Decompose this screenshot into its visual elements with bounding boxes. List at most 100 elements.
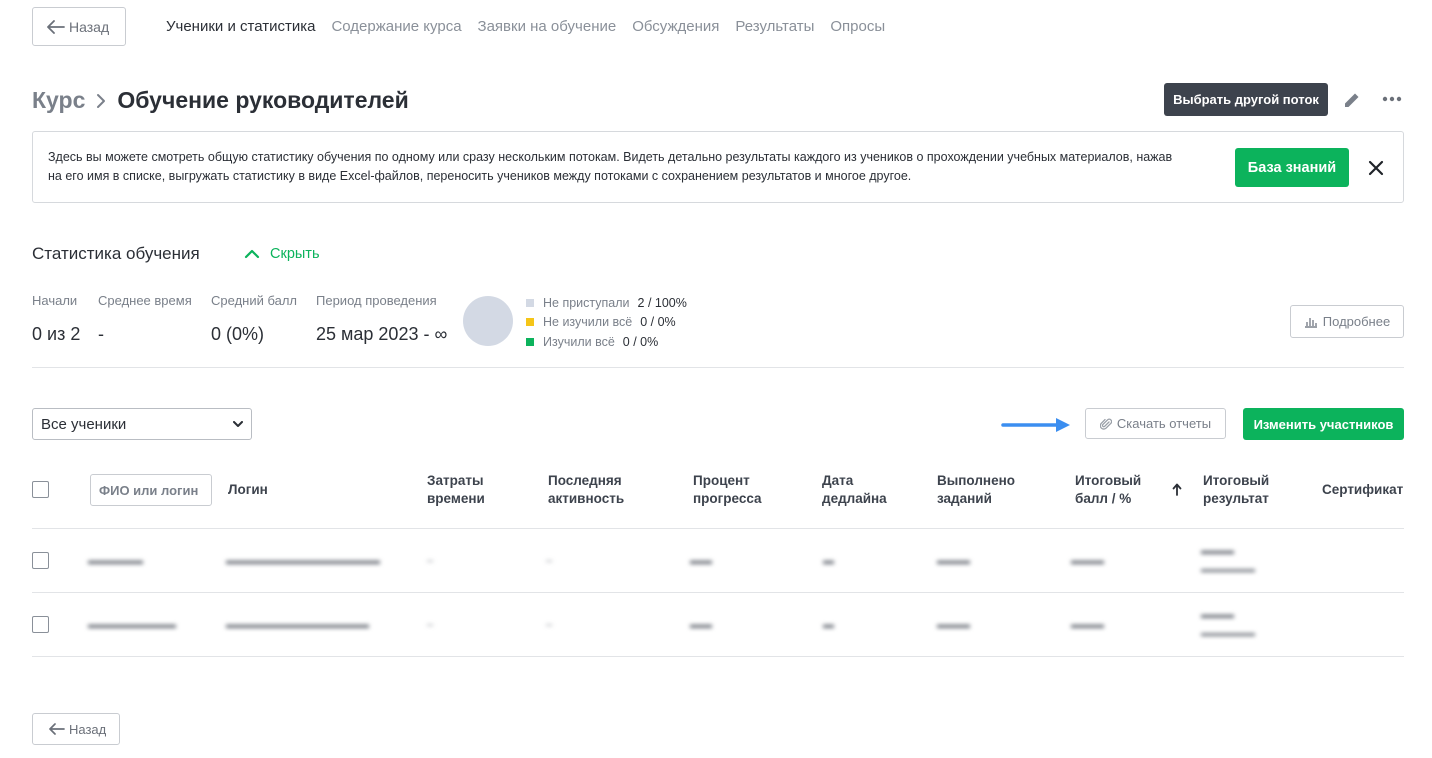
- row-checkbox[interactable]: [32, 616, 49, 633]
- back-button-label: Назад: [69, 18, 110, 35]
- column-header-certificate[interactable]: Сертификат: [1322, 481, 1403, 499]
- tab-requests[interactable]: Заявки на обучение: [478, 18, 617, 35]
- details-button-label: Подробнее: [1322, 314, 1391, 329]
- switch-stream-button[interactable]: Выбрать другой поток: [1164, 83, 1328, 116]
- students-filter-select[interactable]: Все ученики: [32, 408, 252, 440]
- column-header-score-line2: балл / %: [1075, 491, 1132, 506]
- page-title: Обучение руководителей: [117, 87, 409, 113]
- legend-value: 0 / 0%: [640, 315, 676, 330]
- stat-period-value: 25 мар 2023 - ∞: [316, 324, 448, 344]
- column-header-progress-line2: прогресса: [693, 491, 762, 506]
- progress-donut-chart: [463, 296, 513, 346]
- select-all-checkbox[interactable]: [32, 481, 49, 498]
- hide-stats-toggle[interactable]: Скрыть: [244, 246, 320, 262]
- column-header-deadline-line2: дедлайна: [822, 491, 887, 506]
- more-options-button[interactable]: [1379, 88, 1405, 110]
- download-reports-label: Скачать отчеты: [1116, 416, 1212, 431]
- row-score-blurred: ▬▬▬: [1071, 619, 1104, 631]
- stat-avg-time-value: -: [98, 324, 104, 344]
- column-header-result-line1: Итоговый: [1203, 473, 1270, 488]
- row-login-blurred: ▬▬▬▬▬▬▬▬▬▬▬▬▬: [226, 619, 369, 631]
- footer-back-button[interactable]: Назад: [32, 713, 120, 745]
- row-name-blurred[interactable]: ▬▬▬▬▬▬▬▬: [88, 619, 176, 631]
- column-header-score[interactable]: Итоговый балл / %: [1075, 472, 1141, 508]
- column-header-deadline[interactable]: Дата дедлайна: [822, 472, 887, 508]
- legend-item-not-started: Не приступали 2 / 100%: [526, 293, 687, 313]
- row-progress-blurred: ▬▬: [690, 619, 712, 631]
- info-banner-text: Здесь вы можете смотреть общую статистик…: [48, 150, 1173, 183]
- tab-course-content[interactable]: Содержание курса: [331, 18, 461, 35]
- knowledge-base-button[interactable]: База знаний: [1235, 148, 1349, 187]
- column-header-progress[interactable]: Процент прогресса: [693, 472, 762, 508]
- stat-started-value: 0 из 2: [32, 324, 81, 344]
- column-header-activity[interactable]: Последняя активность: [548, 472, 624, 508]
- column-header-activity-line1: Последняя: [548, 473, 622, 488]
- breadcrumb-course-link[interactable]: Курс: [32, 87, 85, 114]
- stat-avg-score-label: Средний балл: [211, 293, 298, 308]
- row-activity-blurred: –: [546, 555, 553, 567]
- row-login-blurred: ▬▬▬▬▬▬▬▬▬▬▬▬▬▬: [226, 555, 380, 567]
- legend-label: Не изучили всё: [543, 315, 633, 330]
- row-result-blurred: ▬▬▬: [1201, 609, 1234, 621]
- back-button[interactable]: Назад: [32, 7, 126, 46]
- stat-avg-time-label: Среднее время: [98, 293, 192, 308]
- legend-value: 0 / 0%: [622, 334, 659, 349]
- row-divider: [32, 656, 1404, 657]
- legend-label: Изучили всё: [543, 334, 615, 349]
- column-header-result-line2: результат: [1203, 491, 1269, 506]
- column-header-time-line1: Затраты: [427, 473, 484, 488]
- legend-label: Не приступали: [543, 295, 630, 310]
- column-header-login[interactable]: Логин: [228, 481, 268, 499]
- pencil-icon: [1345, 93, 1359, 107]
- legend-swatch: [526, 318, 534, 327]
- change-participants-button[interactable]: Изменить участников: [1243, 408, 1404, 440]
- column-header-activity-line2: активность: [548, 491, 625, 506]
- legend-swatch: [526, 337, 534, 346]
- breadcrumb: Курс Обучение руководителей: [32, 87, 409, 114]
- row-name-blurred[interactable]: ▬▬▬▬▬: [88, 555, 143, 567]
- row-result-blurred: ▬▬▬: [1201, 545, 1234, 557]
- tab-discussions[interactable]: Обсуждения: [632, 18, 719, 35]
- close-banner-button[interactable]: [1364, 156, 1388, 180]
- tab-students-stats[interactable]: Ученики и статистика: [166, 18, 315, 35]
- row-time-blurred: –: [427, 619, 434, 631]
- hide-stats-label: Скрыть: [270, 246, 320, 262]
- chevron-right-icon: [97, 93, 106, 108]
- row-deadline-blurred: ▬: [823, 555, 834, 567]
- details-button[interactable]: Подробнее: [1290, 305, 1404, 338]
- row-checkbox[interactable]: [32, 552, 49, 569]
- stats-section-title: Статистика обучения: [32, 244, 200, 263]
- bar-chart-icon: [1304, 317, 1317, 328]
- column-header-done[interactable]: Выполнено заданий: [937, 472, 1015, 508]
- row-deadline-blurred: ▬: [823, 619, 834, 631]
- stat-started-label: Начали: [32, 293, 78, 308]
- column-header-time-line2: времени: [427, 491, 485, 506]
- sort-arrow-up-icon[interactable]: [1172, 483, 1182, 496]
- paperclip-icon: [1099, 418, 1112, 430]
- chevron-down-icon: [233, 420, 243, 427]
- tab-results[interactable]: Результаты: [735, 18, 814, 35]
- name-login-search-input[interactable]: [90, 474, 212, 506]
- stat-period-label: Период проведения: [316, 293, 437, 308]
- stat-avg-score-value: 0 (0%): [211, 324, 265, 344]
- download-reports-button[interactable]: Скачать отчеты: [1085, 408, 1226, 439]
- column-header-time[interactable]: Затраты времени: [427, 472, 485, 508]
- students-filter-value: Все ученики: [41, 415, 127, 433]
- legend-value: 2 / 100%: [637, 295, 687, 310]
- chevron-up-icon: [244, 249, 260, 259]
- stats-divider: [32, 367, 1404, 368]
- row-divider: [32, 592, 1404, 593]
- legend-item-in-progress: Не изучили всё 0 / 0%: [526, 313, 687, 333]
- column-header-result[interactable]: Итоговый результат: [1203, 472, 1269, 508]
- column-header-score-line1: Итоговый: [1075, 473, 1142, 488]
- edit-button[interactable]: [1340, 88, 1364, 112]
- legend-swatch: [526, 298, 534, 307]
- legend-item-completed: Изучили всё 0 / 0%: [526, 332, 687, 352]
- course-tabs: Ученики и статистика Содержание курса За…: [166, 18, 885, 35]
- column-header-done-line2: заданий: [937, 491, 992, 506]
- table-header-divider: [32, 528, 1404, 529]
- tab-surveys[interactable]: Опросы: [830, 18, 885, 35]
- arrow-left-icon: [47, 19, 65, 34]
- progress-legend: Не приступали 2 / 100% Не изучили всё 0 …: [526, 293, 687, 352]
- row-score-blurred: ▬▬▬: [1071, 555, 1104, 567]
